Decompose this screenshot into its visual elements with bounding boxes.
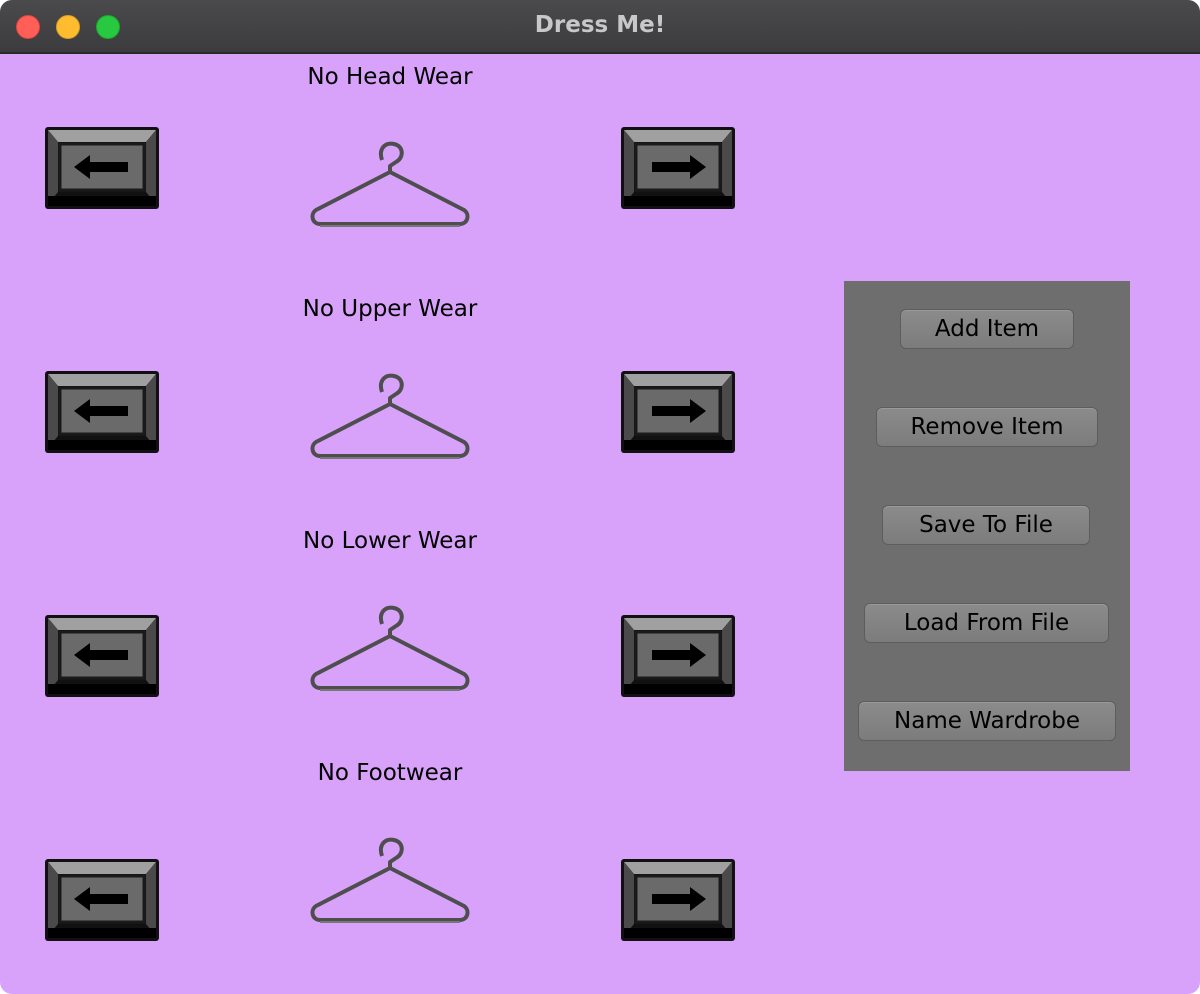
right-arrow-icon — [621, 615, 735, 697]
name-wardrobe-button[interactable]: Name Wardrobe — [858, 701, 1116, 741]
title-bar: Dress Me! — [0, 0, 1200, 54]
footwear-hanger-icon — [310, 837, 470, 923]
head-wear-prev-button[interactable] — [44, 126, 160, 210]
upper-wear-next-button[interactable] — [620, 370, 736, 454]
upper-wear-prev-button[interactable] — [44, 370, 160, 454]
head-wear-next-button[interactable] — [620, 126, 736, 210]
footwear-label: No Footwear — [317, 760, 463, 786]
right-arrow-icon — [621, 371, 735, 453]
lower-wear-prev-button[interactable] — [44, 614, 160, 698]
head-wear-hanger-icon — [310, 141, 470, 227]
right-arrow-icon — [621, 859, 735, 941]
load-from-file-button[interactable]: Load From File — [864, 603, 1109, 643]
left-arrow-icon — [45, 859, 159, 941]
wardrobe-content: No Head Wear No Upper Wear No Lower Wear… — [0, 54, 1200, 994]
lower-wear-label: No Lower Wear — [303, 528, 477, 554]
left-arrow-icon — [45, 615, 159, 697]
upper-wear-hanger-icon — [310, 373, 470, 459]
lower-wear-next-button[interactable] — [620, 614, 736, 698]
wardrobe-actions-panel: Add Item Remove Item Save To File Load F… — [844, 281, 1130, 771]
left-arrow-icon — [45, 127, 159, 209]
left-arrow-icon — [45, 371, 159, 453]
save-to-file-button[interactable]: Save To File — [882, 505, 1090, 545]
footwear-prev-button[interactable] — [44, 858, 160, 942]
app-window: Dress Me! No Head Wear No Upper Wear No … — [0, 0, 1200, 994]
footwear-next-button[interactable] — [620, 858, 736, 942]
upper-wear-label: No Upper Wear — [302, 296, 478, 322]
right-arrow-icon — [621, 127, 735, 209]
remove-item-button[interactable]: Remove Item — [876, 407, 1098, 447]
head-wear-label: No Head Wear — [307, 64, 473, 90]
window-title: Dress Me! — [534, 12, 666, 38]
add-item-button[interactable]: Add Item — [900, 309, 1074, 349]
lower-wear-hanger-icon — [310, 605, 470, 691]
